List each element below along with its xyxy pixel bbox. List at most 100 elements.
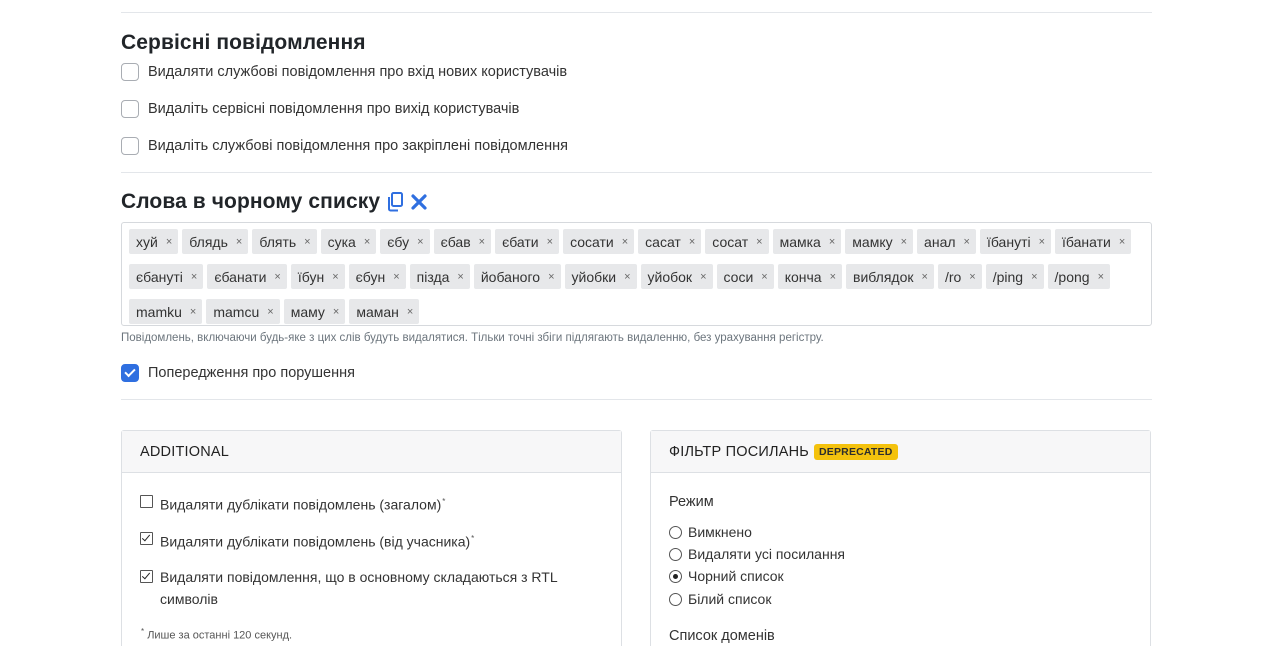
remove-tag-icon[interactable]: × bbox=[1031, 271, 1037, 283]
remove-tag-icon[interactable]: × bbox=[457, 271, 463, 283]
remove-tag-icon[interactable]: × bbox=[756, 236, 762, 248]
remove-tag-icon[interactable]: × bbox=[304, 236, 310, 248]
radio-label: Чорний список bbox=[688, 568, 784, 584]
remove-tag-icon[interactable]: × bbox=[236, 236, 242, 248]
tag-label: виблядок bbox=[853, 268, 914, 285]
remove-tag-icon[interactable]: × bbox=[166, 236, 172, 248]
mode-label: Режим bbox=[669, 494, 714, 510]
blacklist-tag: соси × bbox=[716, 264, 774, 289]
blacklist-tag: конча × bbox=[777, 264, 843, 289]
option-delete-duplicates-global[interactable]: Видаляти дублікати повідомлень (загалом)… bbox=[140, 491, 445, 516]
blacklist-tag: анал × bbox=[917, 229, 976, 254]
remove-tag-icon[interactable]: × bbox=[548, 271, 554, 283]
domains-list-label: Список доменів bbox=[669, 628, 775, 644]
tag-label: маман bbox=[356, 303, 399, 320]
blacklist-tag: маму × bbox=[283, 299, 346, 324]
radio-label: Білий список bbox=[688, 591, 772, 607]
option-label: Видаляти службові повідомлення про вхід … bbox=[148, 64, 568, 80]
remove-tag-icon[interactable]: × bbox=[1119, 236, 1125, 248]
remove-tag-icon[interactable]: × bbox=[829, 236, 835, 248]
remove-tag-icon[interactable]: × bbox=[364, 236, 370, 248]
remove-tag-icon[interactable]: × bbox=[393, 271, 399, 283]
checkbox[interactable] bbox=[121, 100, 139, 118]
link-filter-card-header: ФІЛЬТР ПОСИЛАНЬ DEPRECATED bbox=[651, 431, 1150, 473]
remove-tag-icon[interactable]: × bbox=[191, 271, 197, 283]
option-delete-duplicates-member[interactable]: Видаляти дублікати повідомлень (від учас… bbox=[140, 528, 474, 553]
tag-label: сосат bbox=[712, 233, 749, 250]
blacklist-tag: блять × bbox=[252, 229, 317, 254]
remove-tag-icon[interactable]: × bbox=[830, 271, 836, 283]
option-label: Видаляти повідомлення, що в основному ск… bbox=[160, 569, 558, 607]
remove-tag-icon[interactable]: × bbox=[407, 306, 413, 318]
mode-blacklist[interactable]: Чорний список bbox=[669, 568, 784, 584]
tag-label: єбануті bbox=[136, 268, 183, 285]
remove-tag-icon[interactable]: × bbox=[761, 271, 767, 283]
checkbox[interactable] bbox=[140, 495, 153, 508]
option-delete-pin-messages[interactable]: Видаліть службові повідомлення про закрі… bbox=[121, 137, 568, 155]
remove-tag-icon[interactable]: × bbox=[622, 236, 628, 248]
remove-tag-icon[interactable]: × bbox=[922, 271, 928, 283]
checkbox[interactable] bbox=[140, 570, 153, 583]
tag-label: єбу bbox=[387, 233, 410, 250]
checkbox[interactable] bbox=[121, 364, 139, 382]
blacklist-title-text: Слова в чорному списку bbox=[121, 190, 381, 213]
remove-tag-icon[interactable]: × bbox=[547, 236, 553, 248]
remove-tag-icon[interactable]: × bbox=[190, 306, 196, 318]
option-label: Видаліть сервісні повідомлення про вихід… bbox=[148, 101, 520, 117]
option-delete-leave-messages[interactable]: Видаліть сервісні повідомлення про вихід… bbox=[121, 100, 519, 118]
blacklist-help-text: Повідомлень, включаючи будь-яке з цих сл… bbox=[121, 332, 824, 344]
remove-tag-icon[interactable]: × bbox=[689, 236, 695, 248]
option-violation-warning[interactable]: Попередження про порушення bbox=[121, 364, 355, 382]
remove-tag-icon[interactable]: × bbox=[1098, 271, 1104, 283]
blacklist-tag: їбанати × bbox=[1055, 229, 1132, 254]
remove-tag-icon[interactable]: × bbox=[267, 306, 273, 318]
blacklist-tag: виблядок × bbox=[846, 264, 934, 289]
copy-icon[interactable] bbox=[386, 192, 404, 212]
blacklist-tag: пізда × bbox=[409, 264, 470, 289]
remove-tag-icon[interactable]: × bbox=[700, 271, 706, 283]
radio-button[interactable] bbox=[669, 525, 682, 539]
tag-label: сосати bbox=[570, 233, 614, 250]
tag-label: їбун bbox=[297, 268, 325, 285]
tag-label: /ro bbox=[944, 268, 962, 285]
radio-button[interactable] bbox=[669, 547, 682, 561]
remove-tag-icon[interactable]: × bbox=[901, 236, 907, 248]
radio-button[interactable] bbox=[669, 569, 682, 583]
tag-label: маму bbox=[290, 303, 325, 320]
option-delete-rtl-messages[interactable]: Видаляти повідомлення, що в основному ск… bbox=[140, 566, 558, 610]
checkbox[interactable] bbox=[121, 137, 139, 155]
remove-tag-icon[interactable]: × bbox=[417, 236, 423, 248]
tag-label: йобаного bbox=[480, 268, 541, 285]
checkbox[interactable] bbox=[140, 532, 153, 545]
blacklist-tag: єбун × bbox=[348, 264, 406, 289]
mode-whitelist[interactable]: Білий список bbox=[669, 591, 771, 607]
tag-label: уйобки bbox=[571, 268, 617, 285]
blacklist-tag: сосати × bbox=[563, 229, 635, 254]
blacklist-tag: блядь × bbox=[182, 229, 249, 254]
radio-button[interactable] bbox=[669, 592, 682, 606]
remove-tag-icon[interactable]: × bbox=[969, 271, 975, 283]
option-delete-join-messages[interactable]: Видаляти службові повідомлення про вхід … bbox=[121, 63, 567, 81]
blacklist-tag: єбу × bbox=[380, 229, 430, 254]
remove-tag-icon[interactable]: × bbox=[1039, 236, 1045, 248]
mode-delete-all-links[interactable]: Видаляти усі посилання bbox=[669, 546, 845, 562]
remove-tag-icon[interactable]: × bbox=[332, 271, 338, 283]
tag-label: пізда bbox=[416, 268, 450, 285]
remove-tag-icon[interactable]: × bbox=[624, 271, 630, 283]
remove-tag-icon[interactable]: × bbox=[964, 236, 970, 248]
remove-tag-icon[interactable]: × bbox=[479, 236, 485, 248]
remove-tag-icon[interactable]: × bbox=[333, 306, 339, 318]
checkbox[interactable] bbox=[121, 63, 139, 81]
tag-label: /ping bbox=[992, 268, 1024, 285]
tag-label: єбав bbox=[440, 233, 471, 250]
blacklist-tag: єбав × bbox=[433, 229, 492, 254]
tag-label: конча bbox=[784, 268, 822, 285]
service-messages-title: Сервісні повідомлення bbox=[121, 31, 366, 54]
option-label: Видаляти дублікати повідомлень (від учас… bbox=[160, 533, 475, 550]
blacklist-tags-input[interactable]: хуй × блядь × блять × сука × єбу × єбав × єбати × соса… bbox=[121, 222, 1152, 326]
blacklist-tag: їбун × bbox=[290, 264, 345, 289]
mode-off[interactable]: Вимкнено bbox=[669, 524, 752, 540]
remove-tag-icon[interactable]: × bbox=[274, 271, 280, 283]
tag-label: єбанати bbox=[214, 268, 267, 285]
close-icon[interactable] bbox=[410, 193, 428, 211]
